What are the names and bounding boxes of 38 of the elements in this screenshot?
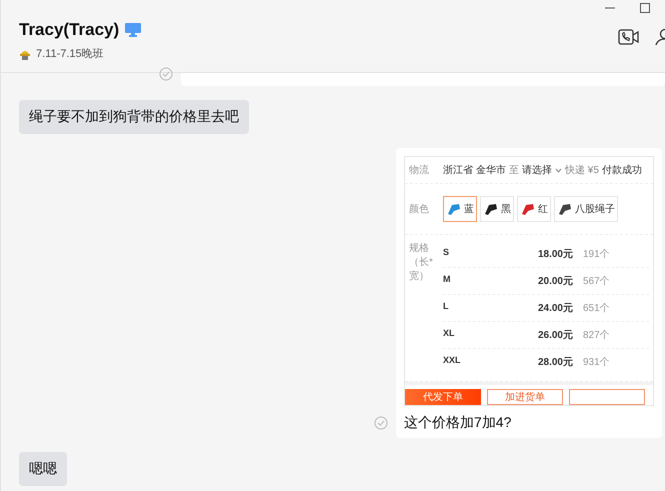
stock-text: 567个 (583, 275, 610, 288)
shipping-fee: ¥5 (588, 164, 599, 176)
contact-name: Tracy(Tracy) (19, 20, 120, 40)
size-text: L (443, 301, 450, 313)
shipping-note: 付款成功 (602, 164, 642, 177)
status-text: 7.11-7.15晚班 (36, 47, 104, 61)
destination-dropdown[interactable]: 请选择 (522, 163, 552, 177)
color-option[interactable]: 八股绳子 (554, 196, 618, 222)
monitor-icon (125, 23, 142, 37)
price-text: 18.00元 (536, 248, 573, 261)
message-bubble: 绳子要不加到狗背带的价格里去吧 (19, 100, 249, 134)
maximize-icon[interactable] (639, 2, 651, 14)
to-text: 至 (508, 164, 519, 177)
video-call-icon[interactable] (618, 28, 640, 46)
origin-text: 浙江省 金华市 (443, 164, 506, 177)
size-text: S (443, 247, 450, 259)
size-text: XL (443, 328, 456, 340)
message-bubble: 嗯嗯 (19, 452, 67, 486)
color-option[interactable]: 蓝 (443, 196, 477, 222)
message-text: 这个价格加7加4? (404, 413, 512, 432)
price-text: 24.00元 (536, 302, 573, 315)
stock-text: 931个 (583, 356, 610, 369)
shipping-method: 快递 (564, 164, 585, 177)
price-text: 26.00元 (536, 329, 573, 342)
size-text: M (443, 274, 452, 286)
person-icon[interactable] (655, 28, 665, 46)
color-option[interactable]: 黑 (480, 196, 514, 222)
color-option[interactable]: 红 (517, 196, 551, 222)
price-text: 28.00元 (536, 356, 573, 369)
stock-text: 191个 (583, 248, 610, 261)
size-text: XXL (443, 355, 462, 367)
field-label: 颜色 (409, 202, 430, 216)
chevron-down-icon (554, 168, 562, 172)
stock-text: 651个 (583, 302, 610, 315)
stock-text: 827个 (583, 329, 610, 342)
field-label: 规格（长*宽） (409, 242, 434, 283)
field-label: 物流 (409, 164, 430, 177)
price-text: 20.00元 (536, 275, 573, 288)
